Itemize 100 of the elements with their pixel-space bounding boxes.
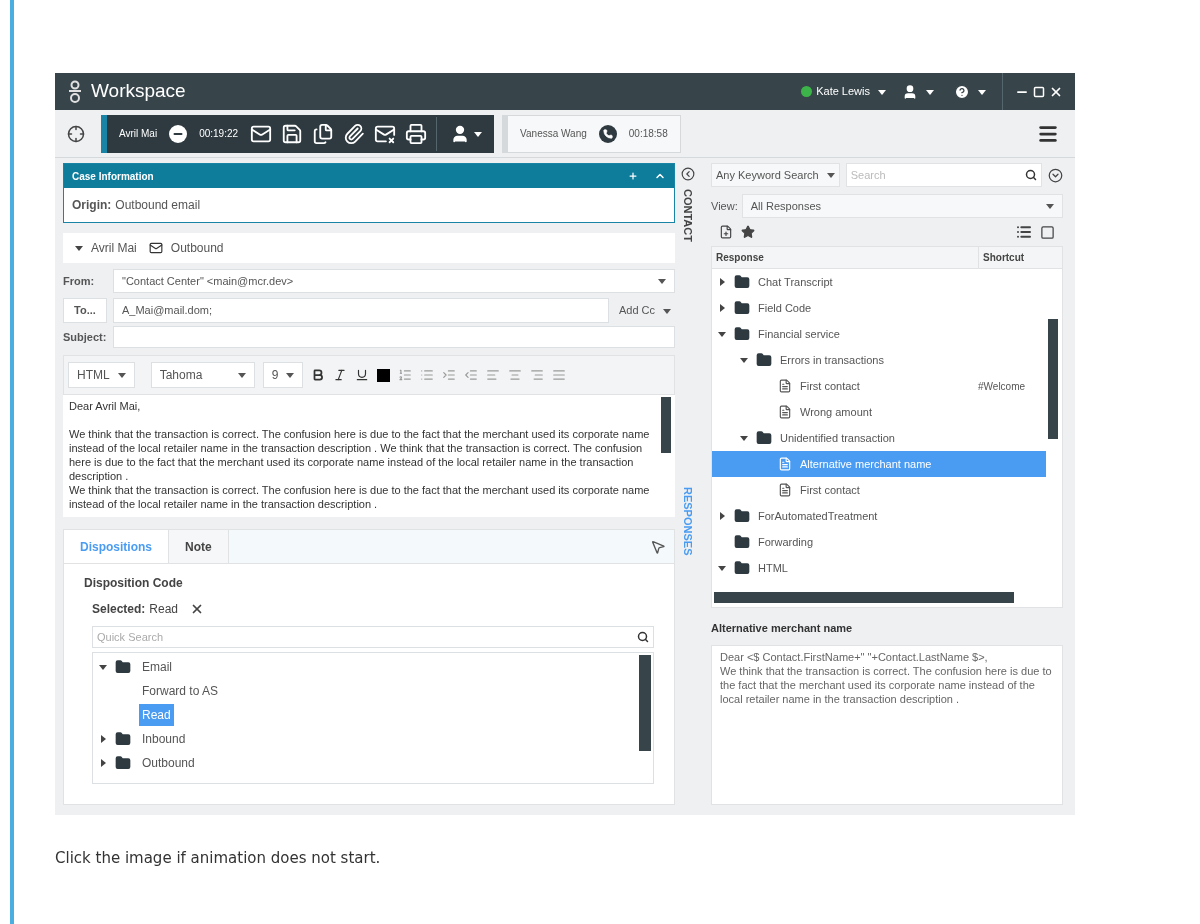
email-body[interactable]: [63, 395, 675, 517]
response-row[interactable]: Unidentified transaction: [712, 425, 1046, 451]
caret-right-icon: [718, 512, 726, 520]
print-icon[interactable]: [405, 122, 428, 145]
caret-down-icon: [718, 564, 726, 572]
response-row[interactable]: Errors in transactions: [712, 347, 1046, 373]
folder-icon: [756, 352, 772, 368]
interaction-tab[interactable]: Vanessa Wang 00:18:58: [502, 114, 681, 153]
folder-icon: [115, 731, 131, 747]
underline-icon[interactable]: [355, 368, 370, 382]
size-dropdown[interactable]: 9: [262, 362, 304, 388]
response-row[interactable]: Forwarding: [712, 529, 1046, 555]
field-label: Origin:: [72, 197, 112, 214]
response-name: Chat Transcript: [758, 274, 833, 290]
star-icon[interactable]: [741, 225, 755, 239]
caret-down-icon: [740, 434, 748, 442]
panel-title: Case Information: [72, 169, 154, 184]
folder-icon: [734, 534, 750, 550]
crosshair-icon[interactable]: [67, 124, 85, 143]
caret-right-icon: [99, 759, 107, 767]
response-row[interactable]: Chat Transcript: [712, 269, 1046, 295]
caret-down-icon: [237, 371, 246, 379]
side-tab[interactable]: CONTACT: [679, 189, 697, 242]
selected-value: Read: [149, 601, 179, 618]
preview-text: We think that the transaction is correct. The confusion here is due to the fact that the merchant used its corporate name instead of the local retailer name in the transaction description .: [720, 663, 1053, 706]
response-row[interactable]: First contact: [712, 477, 1046, 503]
response-name: Field Code: [758, 300, 812, 316]
paperclip-icon[interactable]: [343, 122, 366, 145]
response-row[interactable]: First contact #Welcome: [712, 373, 1046, 399]
collapse-icon[interactable]: [681, 167, 695, 181]
column-header: Response: [715, 251, 765, 265]
timer: 00:19:22: [199, 127, 239, 141]
transfer-icon[interactable]: [312, 122, 335, 145]
folder-icon: [734, 508, 750, 524]
response-name: ForAutomatedTreatment: [758, 508, 878, 524]
save-icon[interactable]: [281, 122, 304, 145]
response-row[interactable]: Financial service: [712, 321, 1046, 347]
add-cc-dropdown[interactable]: Add Cc: [614, 302, 675, 319]
scrollbar-thumb: [661, 397, 671, 453]
timer: 00:18:58: [628, 127, 668, 141]
agent-status-button[interactable]: [902, 83, 934, 100]
disposition-item[interactable]: Email: [139, 656, 175, 678]
response-row[interactable]: HTML: [712, 555, 1046, 581]
text-color-swatch[interactable]: [377, 368, 391, 382]
window-title: Workspace: [91, 79, 186, 104]
response-row[interactable]: Field Code: [712, 295, 1046, 321]
preview-title: Alternative merchant name: [711, 621, 854, 636]
folder-icon: [115, 755, 131, 771]
expand-icon[interactable]: [1048, 167, 1063, 183]
search-icon[interactable]: [637, 631, 649, 643]
help-button[interactable]: [954, 83, 986, 100]
add-icon[interactable]: [628, 171, 638, 181]
to-field[interactable]: A_Mai@mail.dom;: [113, 298, 609, 323]
caption: Click the image if animation does not start.: [55, 848, 382, 869]
response-name: Wrong amount: [800, 404, 872, 420]
contact-name: Vanessa Wang: [520, 127, 587, 141]
field-label: From:: [63, 273, 96, 289]
direction: Outbound: [170, 240, 224, 257]
response-name: First contact: [800, 378, 860, 394]
response-row[interactable]: Wrong amount: [712, 399, 1046, 425]
search-icon[interactable]: [1025, 169, 1037, 181]
caret-down-icon: [978, 87, 986, 96]
response-name: Forwarding: [758, 534, 814, 550]
bold-icon[interactable]: [311, 368, 326, 382]
search-field[interactable]: Search: [845, 163, 1042, 187]
caret-down-icon: [740, 356, 748, 364]
disposition-item[interactable]: Outbound: [139, 752, 198, 774]
folder-icon: [734, 560, 750, 576]
disposition-item[interactable]: Forward to AS: [139, 680, 222, 702]
add-response-icon[interactable]: [719, 225, 733, 239]
folder-icon: [756, 430, 772, 446]
disposition-item[interactable]: Inbound: [139, 728, 189, 750]
quick-search-field[interactable]: Quick Search: [92, 626, 654, 648]
caret-down-icon: [474, 129, 483, 138]
italic-icon[interactable]: [333, 368, 348, 382]
search-mode-dropdown[interactable]: Any Keyword Search: [711, 163, 840, 187]
folder-icon: [734, 326, 750, 342]
format-dropdown[interactable]: HTML: [68, 362, 135, 388]
user-menu[interactable]: Kate Lewis: [816, 83, 886, 100]
field-label: Subject:: [63, 329, 108, 345]
from-dropdown[interactable]: "Contact Center" <main@mcr.dev>: [113, 269, 675, 293]
caret-down-icon: [99, 663, 107, 671]
view-dropdown[interactable]: All Responses: [741, 194, 1063, 218]
body-paragraph: We think that the transaction is correct. The confusion here is due to the fact that the merchant used its corporate name instead of the local retailer name in the transaction description . We think that the transaction is correct. The confusion here is due to the fact that the merchant used its corporate name instead of the local retailer name in the transaction description .: [69, 427, 651, 483]
cursor-icon: [650, 538, 666, 555]
preview-text: Dear <$ Contact.FirstName+" "+Contact.LastName $>,: [720, 649, 989, 664]
font-dropdown[interactable]: Tahoma: [150, 362, 255, 388]
to-button[interactable]: To...: [63, 298, 107, 323]
caret-down-icon: [718, 330, 726, 338]
document-icon: [778, 457, 792, 471]
person-icon: [902, 83, 918, 100]
window-icon[interactable]: [1040, 224, 1055, 240]
body-paragraph: Dear Avril Mai,: [69, 399, 142, 413]
response-row[interactable]: ForAutomatedTreatment: [712, 503, 1046, 529]
column-header: Shortcut: [978, 247, 1062, 268]
subject-field[interactable]: [113, 326, 675, 348]
interaction-tab[interactable]: Avril Mai 00:19:22: [101, 114, 495, 153]
maximize-icon[interactable]: [1033, 85, 1045, 98]
origin-value: Outbound email: [115, 197, 201, 214]
list-view-icon[interactable]: [1016, 224, 1032, 240]
